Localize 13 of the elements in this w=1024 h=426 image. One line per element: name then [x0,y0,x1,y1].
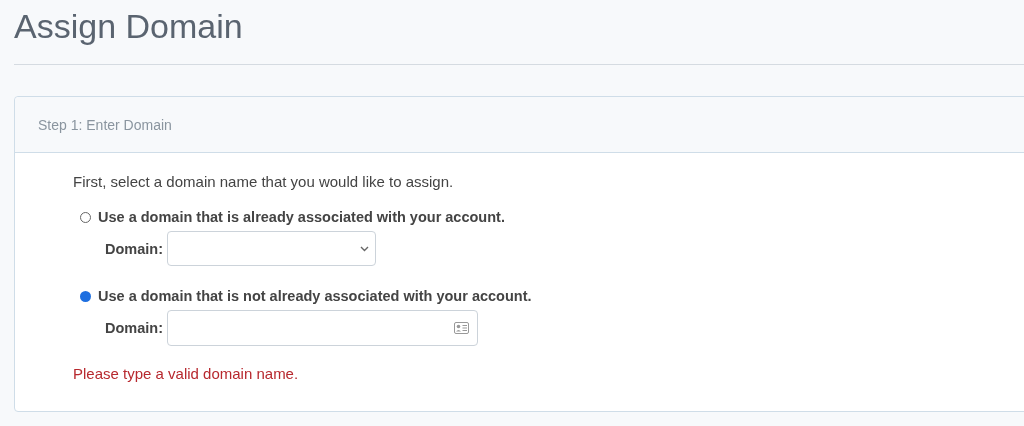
contact-card-icon [454,322,469,334]
domain-input-field[interactable] [167,310,478,346]
page-title: Assign Domain [14,6,244,47]
radio-button[interactable] [80,290,91,302]
field-label: Domain: [105,240,163,257]
intro-text: First, select a domain name that you would like to assign. [73,173,455,192]
panel-title: Step 1: Enter Domain [38,116,172,133]
option-label[interactable]: Use a domain that is not already associated with your account. [98,288,532,304]
radio-button[interactable] [80,211,91,223]
field-label: Domain: [105,320,163,336]
option-label[interactable]: Use a domain that is already associated with your account. [98,209,505,225]
chevron-down-icon [360,245,369,252]
error-message: Please type a valid domain name. [73,365,300,382]
